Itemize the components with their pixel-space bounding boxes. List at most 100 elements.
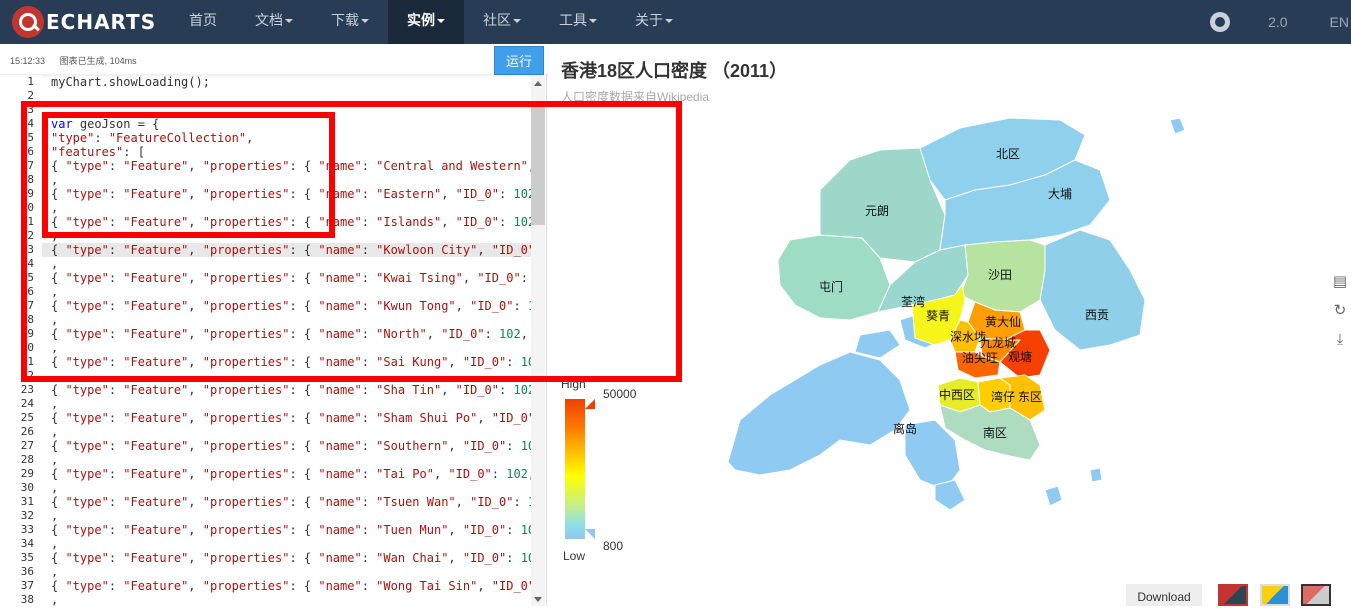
- district-label: 中西区: [939, 387, 975, 402]
- line-number: 30: [20, 481, 34, 494]
- code-line[interactable]: ,: [51, 397, 58, 411]
- district-label: 葵青: [926, 309, 950, 323]
- chevron-down-icon: [285, 19, 293, 24]
- district-label: 黄大仙: [985, 315, 1021, 329]
- run-button[interactable]: 运行: [494, 46, 544, 75]
- district-label: 油尖旺: [962, 351, 998, 365]
- code-line[interactable]: ,: [51, 481, 58, 495]
- chevron-down-icon: [361, 19, 369, 24]
- top-navbar: ECHARTS 首页 文档 下载 实例 社区 工具 关于 2.0 EN: [0, 0, 1351, 44]
- line-number: 24: [20, 397, 34, 410]
- nav-item-label: 文档: [255, 12, 283, 28]
- line-number: 25: [20, 411, 34, 424]
- code-line[interactable]: { "type": "Feature", "properties": { "na…: [51, 523, 531, 537]
- line-number: 38: [20, 593, 34, 606]
- district-label: 东区: [1018, 390, 1042, 404]
- echarts-logo[interactable]: ECHARTS: [12, 5, 156, 39]
- nav-item-label: 实例: [407, 12, 435, 28]
- district-label: 大埔: [1048, 187, 1072, 201]
- nav-right: 2.0 EN: [1210, 0, 1351, 44]
- code-line[interactable]: { "type": "Feature", "properties": { "na…: [51, 411, 531, 425]
- line-number: 35: [20, 551, 34, 564]
- theme-swatch-light[interactable]: [1260, 584, 1290, 606]
- map-region-sai-kung[interactable]: [1039, 229, 1146, 351]
- district-label: 南区: [983, 425, 1007, 440]
- code-line[interactable]: ,: [51, 453, 58, 467]
- theme-swatch-default[interactable]: [1218, 584, 1248, 606]
- version-link[interactable]: 2.0: [1268, 14, 1287, 30]
- github-icon[interactable]: [1210, 12, 1231, 32]
- district-label: 元朗: [865, 204, 889, 218]
- annotation-box-inner: [42, 112, 335, 238]
- district-label: 北区: [996, 147, 1020, 161]
- line-number: 37: [20, 579, 34, 592]
- code-line[interactable]: { "type": "Feature", "properties": { "na…: [51, 551, 531, 565]
- scroll-up-icon[interactable]: [534, 81, 542, 86]
- nav-item-label: 首页: [189, 12, 217, 28]
- save-image-icon[interactable]: ⤓: [1332, 332, 1348, 348]
- line-number: 27: [20, 439, 34, 452]
- chevron-down-icon: [437, 19, 445, 24]
- chevron-down-icon: [513, 19, 521, 24]
- status-message: 图表已生成, 104ms: [59, 56, 137, 66]
- district-label: 观塘: [1008, 349, 1032, 364]
- nav-item-0[interactable]: 首页: [170, 0, 236, 44]
- line-number: 1: [27, 75, 34, 88]
- nav-item-1[interactable]: 文档: [236, 0, 312, 44]
- theme-swatch-dark[interactable]: [1301, 584, 1331, 606]
- district-label: 屯门: [819, 279, 843, 294]
- nav-item-label: 关于: [635, 12, 663, 28]
- visualmap-max-label: 50000: [603, 387, 637, 401]
- nav-item-3[interactable]: 实例: [388, 0, 464, 44]
- district-label: 湾仔: [991, 389, 1015, 404]
- district-label: 荃湾: [901, 294, 925, 309]
- code-line[interactable]: { "type": "Feature", "properties": { "na…: [51, 495, 531, 509]
- code-line[interactable]: { "type": "Feature", "properties": { "na…: [51, 579, 531, 593]
- line-number: 36: [20, 565, 34, 578]
- restore-icon[interactable]: ↻: [1332, 303, 1348, 319]
- visualmap-top-handle[interactable]: [585, 399, 595, 409]
- status-bar: 15:12:33 图表已生成, 104ms: [0, 44, 547, 74]
- code-line[interactable]: ,: [51, 565, 58, 579]
- language-link[interactable]: EN: [1330, 14, 1349, 30]
- visualmap-min-label: 800: [603, 539, 624, 553]
- data-view-icon[interactable]: ▤: [1332, 274, 1348, 290]
- nav-item-5[interactable]: 工具: [540, 0, 616, 44]
- code-line[interactable]: { "type": "Feature", "properties": { "na…: [51, 383, 531, 397]
- nav-item-label: 工具: [559, 12, 587, 28]
- echarts-logo-icon: [12, 6, 44, 38]
- district-label: 沙田: [988, 268, 1012, 282]
- scroll-down-icon[interactable]: [534, 597, 542, 602]
- line-number: 29: [20, 467, 34, 480]
- line-number: 32: [20, 509, 34, 522]
- code-line[interactable]: { "type": "Feature", "properties": { "na…: [51, 467, 531, 481]
- line-number: 23: [20, 383, 34, 396]
- visualmap-gradient-bar[interactable]: [565, 399, 585, 539]
- nav-item-2[interactable]: 下载: [312, 0, 388, 44]
- line-number: 26: [20, 425, 34, 438]
- code-line[interactable]: ,: [51, 509, 58, 523]
- district-label: 离岛: [893, 421, 917, 436]
- code-line[interactable]: ,: [51, 537, 58, 551]
- code-line[interactable]: ,: [51, 593, 58, 606]
- nav-menu: 首页 文档 下载 实例 社区 工具 关于: [170, 0, 692, 44]
- line-number: 31: [20, 495, 34, 508]
- line-number: 34: [20, 537, 34, 550]
- download-button[interactable]: Download: [1126, 584, 1202, 606]
- nav-item-label: 下载: [331, 12, 359, 28]
- code-line[interactable]: { "type": "Feature", "properties": { "na…: [51, 439, 531, 453]
- logo-text: ECHARTS: [46, 10, 157, 34]
- line-number: 33: [20, 523, 34, 536]
- nav-item-label: 社区: [483, 12, 511, 28]
- code-line[interactable]: ,: [51, 425, 58, 439]
- nav-item-6[interactable]: 关于: [616, 0, 692, 44]
- line-number: 28: [20, 453, 34, 466]
- code-line[interactable]: myChart.showLoading();: [51, 75, 210, 89]
- status-time: 15:12:33: [10, 56, 46, 66]
- district-label: 九龙城: [980, 336, 1016, 350]
- visualmap-low-label: Low: [563, 549, 586, 563]
- district-label: 西贡: [1085, 308, 1109, 322]
- chevron-down-icon: [665, 19, 673, 24]
- visualmap-bottom-handle[interactable]: [585, 529, 595, 539]
- nav-item-4[interactable]: 社区: [464, 0, 540, 44]
